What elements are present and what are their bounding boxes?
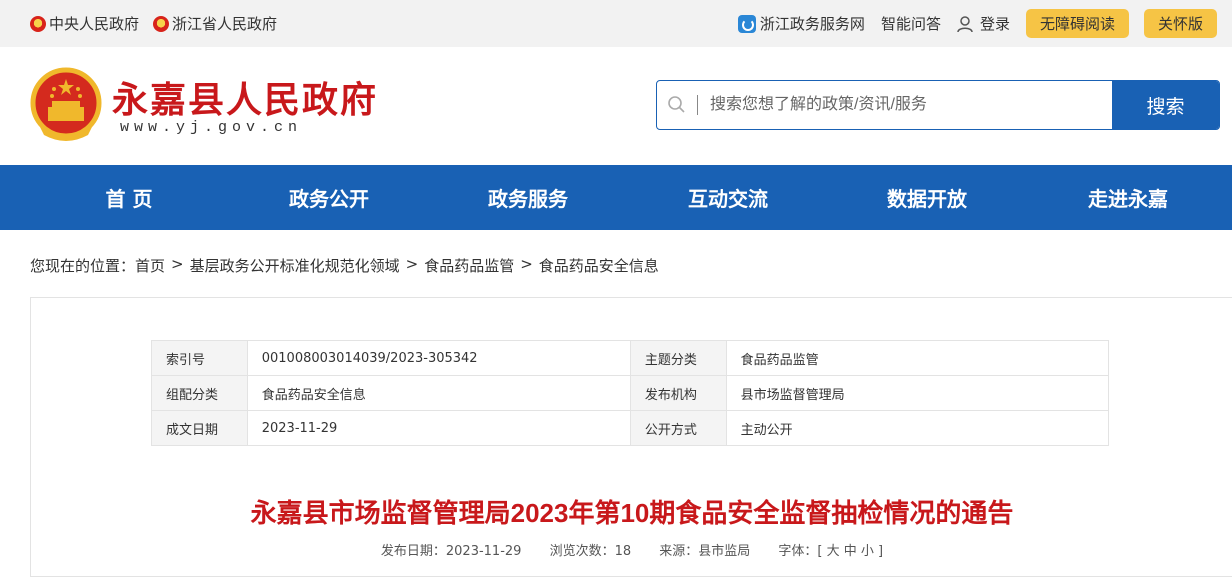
meta-key: 发布机构 [629,375,727,411]
user-icon [957,15,973,32]
top-bar: 中央人民政府 浙江省人民政府 浙江政务服务网 智能问答 登录 无障碍阅读 关怀版 [0,0,1232,47]
link-smart-qa-label: 智能问答 [880,15,941,33]
meta-value: 主动公开 [725,410,1110,446]
zjzwfw-logo-icon [737,14,756,33]
accessible-reading-button[interactable]: 无障碍阅读 [1025,9,1129,38]
meta-key: 主题分类 [629,340,727,376]
article-meta-table: 索引号 001008003014039/2023-305342 主题分类 食品药… [151,340,1110,446]
table-row: 组配分类 食品药品安全信息 发布机构 县市场监督管理局 [151,375,1110,411]
font-size-switcher[interactable]: 字体：[ 大 中 小 ] [778,544,883,559]
search-box: 搜索 [656,80,1220,130]
breadcrumb-item-home[interactable]: 首页 [135,255,165,276]
national-emblem-icon [153,15,170,32]
article-info-bar: 发布日期：2023-11-29 浏览次数：18 来源：县市监局 字体：[ 大 中… [31,540,1232,559]
article-title: 永嘉县市场监督管理局2023年第10期食品安全监督抽检情况的通告 [250,498,1014,528]
breadcrumb-item-food-drug[interactable]: 食品药品监管 [424,255,514,276]
breadcrumb-prefix: 您现在的位置： [30,257,136,275]
meta-value: 2023-11-29 [246,410,631,446]
meta-key: 成文日期 [151,410,248,446]
search-icon [657,81,697,129]
breadcrumb-separator: > [171,255,184,273]
article-container: 索引号 001008003014039/2023-305342 主题分类 食品药… [30,297,1232,577]
elderly-mode-button[interactable]: 关怀版 [1143,9,1217,38]
login-link[interactable]: 登录 [957,13,1010,34]
meta-key: 公开方式 [629,410,727,446]
table-row: 索引号 001008003014039/2023-305342 主题分类 食品药… [151,340,1110,376]
meta-key: 索引号 [151,340,248,376]
meta-key: 组配分类 [151,375,248,411]
top-bar-left: 中央人民政府 浙江省人民政府 [30,0,291,47]
meta-value: 食品药品监管 [725,340,1110,376]
nav-interaction[interactable]: 互动交流 [656,165,800,230]
breadcrumb-separator: > [520,255,533,273]
site-title[interactable]: 永嘉县人民政府 [112,71,378,123]
login-label: 登录 [979,15,1010,33]
nav-about-yongjia[interactable]: 走进永嘉 [1054,165,1202,230]
site-header: 永嘉县人民政府 www.yj.gov.cn 搜索 [0,47,1232,165]
link-central-government-label: 中央人民政府 [49,15,140,33]
national-emblem-icon [30,15,46,32]
nav-government-services[interactable]: 政务服务 [400,165,656,230]
top-bar-right: 浙江政务服务网 智能问答 登录 无障碍阅读 关怀版 [737,0,1232,47]
nav-open-data[interactable]: 数据开放 [800,165,1054,230]
article-source: 来源：县市监局 [659,544,751,559]
link-central-government[interactable]: 中央人民政府 [30,13,139,34]
breadcrumb-item-grassroots[interactable]: 基层政务公开标准化规范化领域 [190,255,400,276]
meta-value: 001008003014039/2023-305342 [246,340,631,376]
search-input[interactable] [710,81,1112,129]
table-row: 成文日期 2023-11-29 公开方式 主动公开 [151,410,1110,446]
breadcrumb: 您现在的位置： 首页 > 基层政务公开标准化规范化领域 > 食品药品监管 > 食… [30,255,659,276]
link-zhejiang-government[interactable]: 浙江省人民政府 [153,13,277,34]
link-zhejiang-government-label: 浙江省人民政府 [172,15,278,33]
nav-government-affairs[interactable]: 政务公开 [258,165,400,230]
article-publish-date: 发布日期：2023-11-29 [380,544,522,559]
site-url: www.yj.gov.cn [120,119,303,136]
breadcrumb-item-food-drug-safety[interactable]: 食品药品安全信息 [539,255,659,276]
link-zjzwfw-label: 浙江政务服务网 [759,15,865,33]
main-nav: 首 页 政务公开 政务服务 互动交流 数据开放 走进永嘉 [0,165,1232,230]
meta-value: 食品药品安全信息 [246,375,631,411]
link-zjzwfw[interactable]: 浙江政务服务网 [737,13,865,34]
article-view-count: 浏览次数：18 [549,544,632,559]
search-button[interactable]: 搜索 [1112,81,1219,129]
search-divider [697,95,698,115]
link-smart-qa[interactable]: 智能问答 [881,13,941,34]
national-emblem-logo-icon[interactable] [30,67,102,142]
nav-home[interactable]: 首 页 [0,165,258,230]
meta-value: 县市场监督管理局 [725,375,1110,411]
breadcrumb-separator: > [405,255,419,273]
